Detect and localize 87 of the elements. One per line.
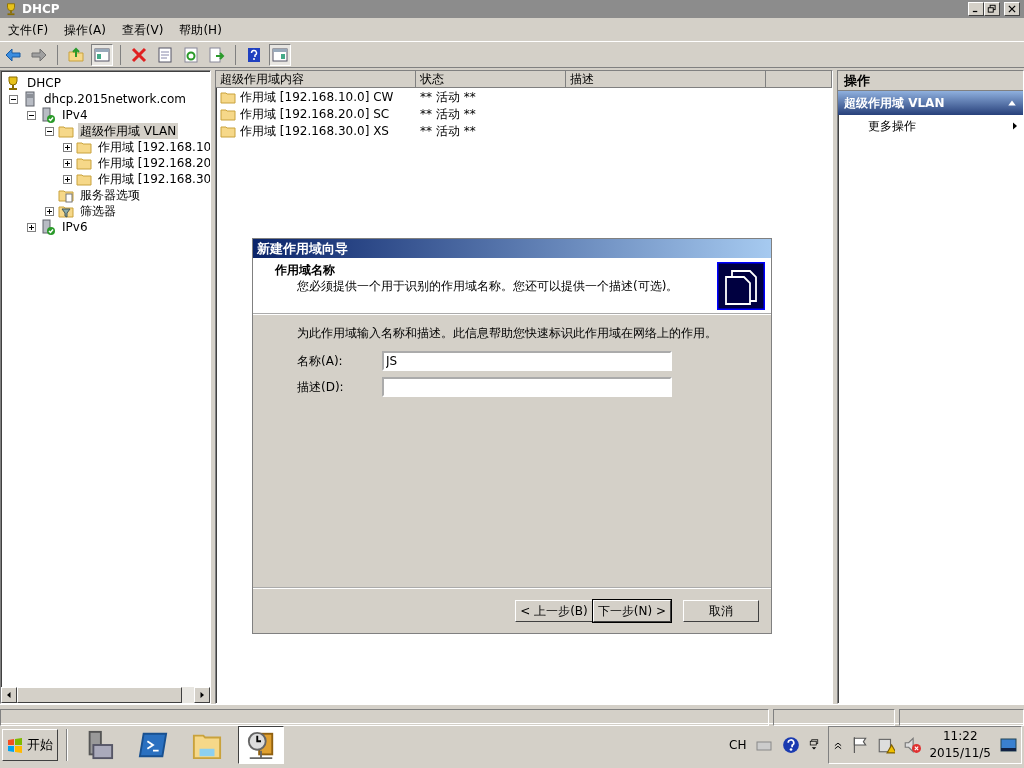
pane-title: 操作	[844, 72, 870, 89]
restore-icon	[987, 4, 997, 14]
tree-item[interactable]: DHCP	[25, 75, 63, 91]
right-arrow-icon	[198, 691, 206, 699]
text-field[interactable]	[382, 377, 672, 397]
clock-time[interactable]: 11:22	[942, 727, 978, 745]
field-label: 名称(A):	[297, 353, 344, 369]
wizard-button[interactable]: 下一步(N) >	[592, 600, 671, 622]
toolbar-button[interactable]	[269, 43, 291, 66]
wizard-button[interactable]: < 上一步(B)	[515, 600, 593, 622]
expand-toggle[interactable]	[27, 222, 36, 232]
taskbar-button[interactable]	[238, 725, 284, 764]
status-text: ** 活动 **	[420, 123, 476, 138]
tree-item[interactable]: 超级作用域 VLAN	[78, 123, 179, 139]
back-arrow-icon	[5, 46, 21, 63]
tree-item[interactable]: IPv6	[60, 219, 90, 235]
language-indicator[interactable]: CH	[729, 736, 747, 753]
folder-page-icon	[58, 187, 74, 203]
properties-icon	[157, 46, 173, 63]
tree-item[interactable]: 筛选器	[78, 203, 118, 219]
tree-item[interactable]: 作用域 [192.168.20	[96, 155, 210, 171]
field-label: 描述(D):	[297, 379, 345, 395]
expand-toggle[interactable]	[45, 206, 54, 216]
column-header[interactable]: 超级作用域内容	[216, 71, 416, 88]
expand-toggle[interactable]	[63, 142, 72, 152]
clock-date[interactable]: 2015/11/5	[929, 744, 991, 762]
window-title: DHCP	[22, 1, 60, 17]
delete-x-icon	[131, 46, 147, 63]
show-desktop-icon	[999, 736, 1017, 753]
collapse-toggle[interactable]	[27, 110, 36, 120]
text-field[interactable]: JS	[382, 351, 672, 371]
toolbar-button[interactable]	[91, 43, 113, 66]
export-list-icon	[209, 46, 225, 63]
folder-icon	[76, 155, 92, 171]
left-arrow-icon	[5, 691, 13, 699]
windows-logo-icon	[7, 736, 23, 753]
folder-icon	[58, 123, 74, 139]
tree-item[interactable]: dhcp.2015network.com	[42, 91, 188, 107]
collapse-toggle[interactable]	[9, 94, 18, 104]
tree-item[interactable]: IPv4	[60, 107, 90, 123]
menu-item[interactable]: 帮助(H)	[171, 21, 230, 38]
funnel-icon	[58, 203, 74, 219]
tree-item[interactable]: 作用域 [192.168.10	[96, 139, 210, 155]
instruction-text: 为此作用域输入名称和描述。此信息帮助您快速标识此作用域在网络上的作用。	[297, 325, 717, 341]
action-link[interactable]: 更多操作	[868, 118, 916, 134]
tree-item[interactable]: 作用域 [192.168.30	[96, 171, 210, 187]
expand-toggle[interactable]	[63, 174, 72, 184]
folders-drawing	[717, 262, 765, 310]
folder-icon	[76, 171, 92, 187]
column-header[interactable]	[766, 71, 832, 88]
forward-arrow-icon	[31, 46, 47, 63]
wizard-subheading: 您必须提供一个用于识别的作用域名称。您还可以提供一个描述(可选)。	[296, 278, 680, 294]
tree-pane-icon	[94, 46, 110, 63]
column-header[interactable]: 状态	[416, 71, 566, 88]
menu-item[interactable]: 查看(V)	[113, 21, 172, 38]
flag-icon	[851, 735, 870, 754]
folder-up-icon	[68, 46, 84, 63]
server-check-icon	[40, 107, 56, 123]
action-pane-icon	[272, 46, 288, 63]
tree-item[interactable]: 服务器选项	[78, 187, 142, 203]
menu-item[interactable]: 操作(A)	[56, 21, 114, 38]
refresh-icon	[183, 46, 199, 63]
scope-name[interactable]: 作用域 [192.168.30.0] XS	[240, 122, 389, 139]
help-icon	[246, 46, 262, 63]
trophy-icon	[4, 2, 18, 16]
status-text: ** 活动 **	[420, 106, 476, 121]
dialog-title: 新建作用域向导	[257, 240, 348, 257]
wizard-button[interactable]: 取消	[683, 600, 759, 622]
submenu-arrow-icon	[1011, 121, 1019, 131]
status-text: ** 活动 **	[420, 89, 476, 104]
menu-item[interactable]: 文件(F)	[0, 21, 57, 38]
column-header[interactable]: 描述	[566, 71, 766, 88]
help-icon	[782, 735, 801, 754]
clock-folder-icon	[246, 729, 276, 760]
scope-name[interactable]: 作用域 [192.168.10.0] CW	[240, 88, 394, 105]
horizontal-scrollbar[interactable]	[1, 687, 210, 703]
server-check-icon	[40, 219, 56, 235]
speaker-muted-icon	[903, 735, 922, 754]
expand-toggle[interactable]	[63, 158, 72, 168]
scope-name[interactable]: 作用域 [192.168.20.0] SC	[240, 105, 390, 122]
trophy-icon	[5, 75, 21, 91]
action-section-header[interactable]: 超级作用域 VLAN	[838, 91, 1023, 115]
collapse-toggle[interactable]	[45, 126, 54, 136]
server-icon	[22, 91, 38, 107]
start-button[interactable]: 开始	[2, 728, 58, 761]
wizard-heading: 作用域名称	[275, 262, 336, 278]
close-icon	[1007, 4, 1017, 14]
